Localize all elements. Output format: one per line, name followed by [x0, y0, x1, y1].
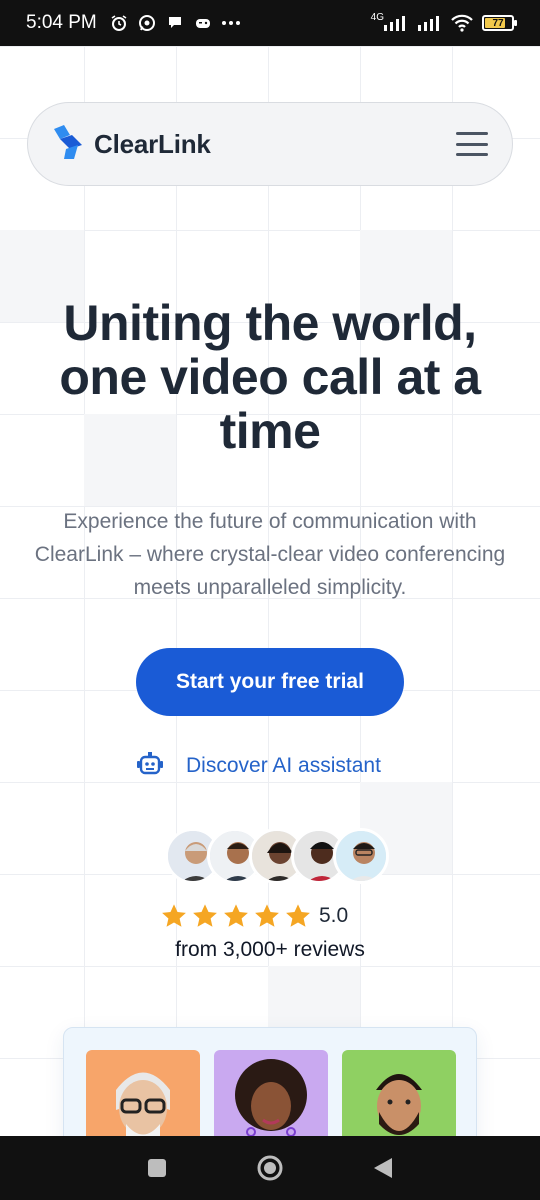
status-time: 5:04 PM — [26, 12, 97, 33]
star-icon — [162, 904, 186, 927]
top-navbar: ClearLink — [27, 102, 513, 186]
clearlink-logo-icon — [50, 123, 86, 166]
star-icon — [193, 904, 217, 927]
status-left: 5:04 PM — [26, 12, 241, 34]
participant-tile — [214, 1050, 328, 1150]
chat-icon — [165, 13, 185, 33]
battery-icon: 77 — [482, 15, 517, 31]
hero-title: Uniting the world, one video call at a t… — [59, 295, 481, 459]
alarm-icon — [109, 13, 129, 33]
start-free-trial-button[interactable]: Start your free trial — [136, 648, 404, 716]
star-icon — [255, 904, 279, 927]
recent-apps-icon[interactable] — [137, 1148, 177, 1188]
battery-percent: 77 — [492, 17, 504, 29]
brand[interactable]: ClearLink — [50, 123, 211, 166]
star-icon — [224, 904, 248, 927]
status-bar: 5:04 PM 4G 77 — [0, 0, 540, 46]
status-right: 4G 77 — [370, 11, 517, 33]
avatar — [333, 828, 389, 884]
participant-tile — [86, 1050, 200, 1150]
hamburger-menu-icon[interactable] — [456, 132, 488, 156]
back-icon[interactable] — [363, 1148, 403, 1188]
hero-subtitle: Experience the future of communication w… — [34, 510, 506, 599]
signal-icon — [416, 13, 442, 33]
system-navigation-bar — [0, 1136, 540, 1200]
network-type: 4G — [370, 11, 384, 23]
more-dots-icon — [221, 13, 241, 33]
user-avatars — [165, 828, 389, 884]
participant-tile — [342, 1050, 456, 1150]
brand-name: ClearLink — [94, 128, 211, 159]
ai-link-label: Discover AI assistant — [186, 754, 381, 777]
reviews-count: from 3,000+ reviews — [175, 938, 365, 961]
home-icon[interactable] — [250, 1148, 290, 1188]
game-icon — [193, 13, 213, 33]
star-icon — [286, 904, 310, 927]
discover-ai-assistant-link[interactable]: Discover AI assistant — [136, 748, 416, 784]
wifi-icon — [450, 13, 474, 33]
whatsapp-icon — [137, 13, 157, 33]
signal-icon — [382, 13, 408, 33]
robot-icon — [136, 750, 164, 782]
star-rating: 5.0 — [160, 902, 348, 930]
rating-value: 5.0 — [319, 904, 349, 927]
